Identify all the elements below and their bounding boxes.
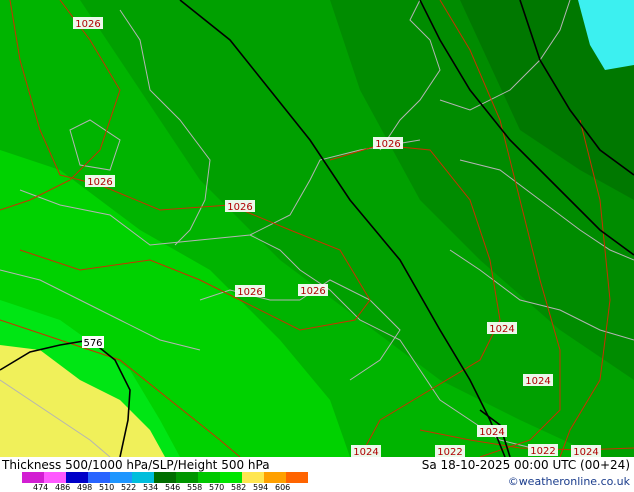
legend-tick-label: 594 <box>253 483 269 492</box>
legend-swatch <box>44 472 66 483</box>
pressure-label: 1024 <box>525 376 550 387</box>
legend-swatch <box>88 472 110 483</box>
pressure-label: 1022 <box>530 446 555 457</box>
pressure-label: 1026 <box>300 286 325 297</box>
legend-tick-label: 522 <box>121 483 137 492</box>
pressure-label: 1024 <box>489 324 514 335</box>
legend-tick-label: 534 <box>143 483 159 492</box>
legend-swatch <box>220 472 242 483</box>
map-title: Thickness 500/1000 hPa/SLP/Height 500 hP… <box>2 458 270 472</box>
height-contour-label: 576 <box>82 336 104 349</box>
source-credit[interactable]: ©weatheronline.co.uk <box>508 475 630 488</box>
legend-swatch <box>132 472 154 483</box>
legend-tick-label: 486 <box>55 483 71 492</box>
legend-swatch <box>176 472 198 483</box>
legend-tick-label: 606 <box>275 483 291 492</box>
legend-swatch <box>110 472 132 483</box>
legend-tick-label: 498 <box>77 483 93 492</box>
legend-swatch <box>264 472 286 483</box>
pressure-label: 1026 <box>375 139 400 150</box>
pressure-label: 1022 <box>437 447 462 457</box>
pressure-label: 1024 <box>573 447 598 457</box>
pressure-label: 1024 <box>353 447 378 457</box>
height-label-576: 576 <box>83 338 102 349</box>
map-footer: Thickness 500/1000 hPa/SLP/Height 500 hP… <box>0 457 634 492</box>
pressure-label: 1026 <box>75 19 100 30</box>
legend-tick-label: 582 <box>231 483 247 492</box>
weather-map: 1026 1026 1026 1026 1026 1026 1024 1024 1024 1024… <box>0 0 634 457</box>
legend-color-bar <box>22 472 308 483</box>
pressure-label: 1026 <box>237 287 262 298</box>
legend-tick-label: 570 <box>209 483 225 492</box>
legend-swatch <box>286 472 308 483</box>
legend-tick-label: 546 <box>165 483 181 492</box>
legend-tick-label: 474 <box>33 483 49 492</box>
legend-swatch <box>154 472 176 483</box>
legend-swatch <box>66 472 88 483</box>
valid-datetime: Sa 18-10-2025 00:00 UTC (00+24) <box>421 458 630 472</box>
legend-swatch <box>242 472 264 483</box>
legend-swatch <box>22 472 44 483</box>
pressure-label: 1024 <box>479 427 504 438</box>
pressure-label: 1026 <box>87 177 112 188</box>
thickness-legend: 474 486 498 510 522 534 546 558 570 582 594 606 <box>0 472 330 492</box>
pressure-label: 1026 <box>227 202 252 213</box>
legend-tick-label: 510 <box>99 483 115 492</box>
legend-tick-label: 558 <box>187 483 203 492</box>
legend-swatch <box>198 472 220 483</box>
